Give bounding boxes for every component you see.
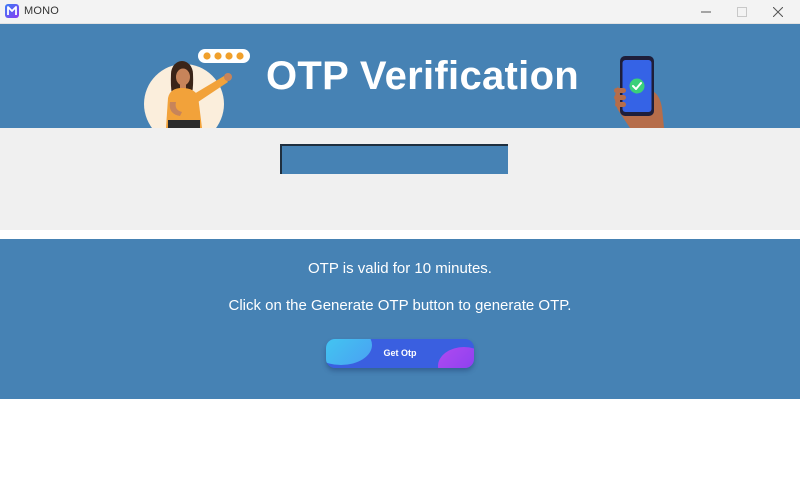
get-otp-button-label: Get Otp bbox=[383, 348, 417, 358]
otp-input[interactable] bbox=[280, 144, 508, 174]
get-otp-button[interactable]: Get Otp bbox=[326, 339, 474, 368]
otp-info-panel: OTP is valid for 10 minutes. Click on th… bbox=[0, 239, 800, 399]
section-divider bbox=[0, 230, 800, 239]
minimize-icon bbox=[701, 11, 711, 13]
window-title: MONO bbox=[24, 5, 60, 17]
title-bar: MONO bbox=[0, 0, 800, 24]
app-logo-icon bbox=[5, 4, 19, 18]
close-icon bbox=[773, 7, 783, 17]
otp-input-section bbox=[0, 128, 800, 230]
header-banner: OTP Verification bbox=[0, 24, 800, 128]
maximize-icon bbox=[737, 7, 747, 17]
minimize-button[interactable] bbox=[688, 0, 724, 24]
bottom-empty-area bbox=[0, 399, 800, 487]
otp-validity-text: OTP is valid for 10 minutes. bbox=[308, 260, 492, 277]
woman-pointing-icon bbox=[144, 49, 250, 128]
maximize-button[interactable] bbox=[724, 0, 760, 24]
phone-check-icon bbox=[614, 56, 664, 128]
otp-instruction-text: Click on the Generate OTP button to gene… bbox=[228, 297, 572, 314]
page-title: OTP Verification bbox=[266, 54, 580, 98]
close-button[interactable] bbox=[760, 0, 796, 24]
